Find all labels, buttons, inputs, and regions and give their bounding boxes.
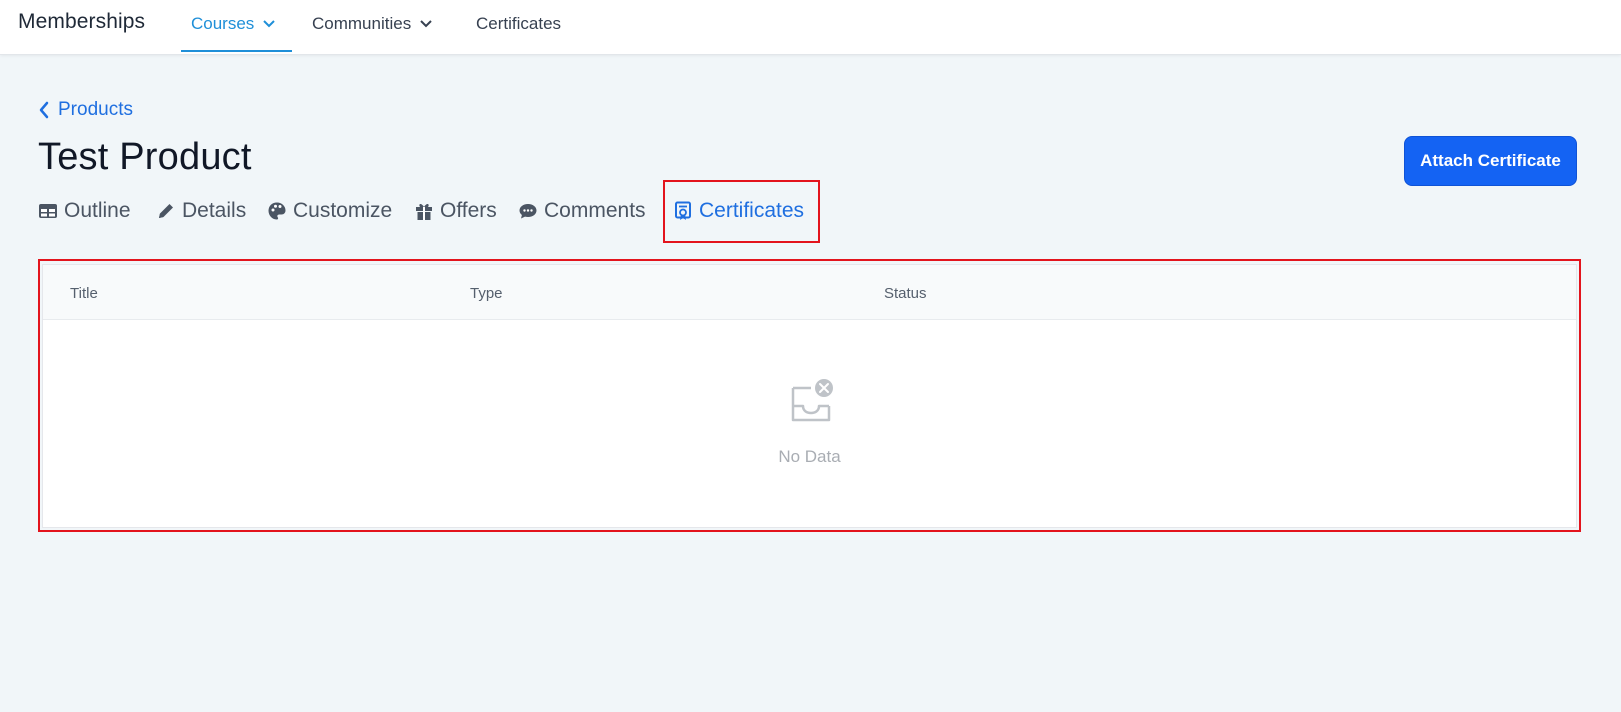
nav-item-label: Communities xyxy=(312,14,412,33)
highlight-box-certificates-tab xyxy=(663,180,820,243)
attach-certificate-button[interactable]: Attach Certificate xyxy=(1404,136,1577,186)
back-link-label: Products xyxy=(58,99,133,120)
comment-icon xyxy=(518,201,538,221)
palette-icon xyxy=(267,201,287,221)
nav-item-label: Certificates xyxy=(476,14,562,33)
tab-offers[interactable]: Offers xyxy=(414,196,497,226)
tab-outline[interactable]: Outline xyxy=(38,196,131,226)
chevron-left-icon xyxy=(39,101,49,119)
nav-item-communities[interactable]: Communities xyxy=(312,14,433,52)
tab-label: Details xyxy=(182,199,247,222)
back-to-products-link[interactable]: Products xyxy=(38,99,133,121)
chevron-down-icon xyxy=(420,20,432,28)
tab-details[interactable]: Details xyxy=(156,196,246,226)
gift-icon xyxy=(414,201,434,221)
nav-item-certificates[interactable]: Certificates xyxy=(476,14,561,52)
highlight-box-table xyxy=(38,259,1581,532)
brand-title[interactable]: Memberships xyxy=(18,10,145,34)
tab-comments[interactable]: Comments xyxy=(518,196,646,226)
tab-label: Comments xyxy=(544,199,646,222)
page-title: Test Product xyxy=(38,136,252,178)
tab-customize[interactable]: Customize xyxy=(267,196,392,226)
chevron-down-icon xyxy=(263,20,276,28)
pencil-icon xyxy=(156,201,176,221)
table-icon xyxy=(38,201,58,221)
nav-item-courses[interactable]: Courses xyxy=(181,14,292,52)
tab-label: Customize xyxy=(293,199,393,222)
tab-label: Outline xyxy=(64,199,131,222)
nav-item-label: Courses xyxy=(191,14,255,33)
top-nav: Memberships Courses Communities Certific… xyxy=(0,0,1621,55)
tab-label: Offers xyxy=(440,199,497,222)
